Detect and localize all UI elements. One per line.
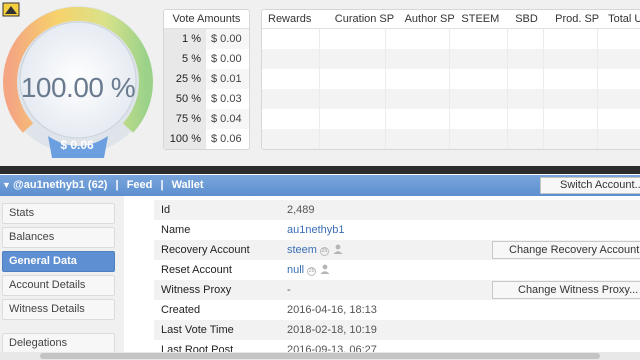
- account-name-link[interactable]: au1nethyb1: [287, 224, 345, 236]
- vote-row: 50 % $ 0.03: [164, 89, 249, 109]
- vote-amounts-list: 1 % $ 0.00 5 % $ 0.00 25 % $ 0.01 50 % $ 0.0…: [164, 29, 249, 149]
- panel-divider: [0, 166, 640, 174]
- row-key: Last Vote Time: [161, 324, 234, 336]
- feed-link[interactable]: Feed: [127, 179, 153, 191]
- general-data-table: Id 2,489 Name au1nethyb1 Recovery Accoun…: [154, 200, 640, 360]
- row-value: -: [287, 284, 291, 296]
- sidebar-item-witness-details[interactable]: Witness Details: [2, 299, 115, 320]
- recovery-account-link[interactable]: steem: [287, 244, 317, 256]
- recovery-account-value: steem 25: [287, 244, 343, 256]
- voting-power-percent: 100.00 %: [20, 72, 136, 103]
- vote-pct: 1 %: [164, 29, 206, 49]
- switch-account-button[interactable]: Switch Account...: [540, 177, 640, 194]
- table-row: Recovery Account steem 25 Change Recovery…: [154, 240, 640, 260]
- top-panel: 100.00 % $ 0.06 Vote Amounts 1 % $ 0.00 5…: [0, 0, 640, 166]
- rewards-col-curation-sp: Curation SP: [334, 13, 395, 25]
- row-key: Recovery Account: [161, 244, 250, 256]
- rewards-row: [262, 89, 640, 109]
- row-key: Witness Proxy: [161, 284, 232, 296]
- vote-amount: $ 0.00: [211, 53, 242, 65]
- rewards-row: [262, 49, 640, 69]
- rewards-col-sbd: SBD: [515, 13, 538, 25]
- vote-amounts-header: Vote Amounts: [164, 10, 249, 29]
- reset-account-link[interactable]: null: [287, 264, 304, 276]
- vote-pct: 25 %: [164, 69, 206, 89]
- rewards-body: [262, 29, 640, 149]
- user-icon: [320, 264, 330, 274]
- row-value: 2016-04-16, 18:13: [287, 304, 377, 316]
- sidebar-item-delegations[interactable]: Delegations: [2, 333, 115, 354]
- vote-row: 5 % $ 0.00: [164, 49, 249, 69]
- vote-pct: 50 %: [164, 89, 206, 109]
- rewards-col-rewards: Rewards: [268, 13, 312, 25]
- vote-amount: $ 0.03: [211, 93, 242, 105]
- rewards-row: [262, 29, 640, 49]
- account-username[interactable]: @au1nethyb1 (62): [13, 179, 107, 191]
- vote-amount: $ 0.06: [211, 133, 242, 145]
- vote-pct: 100 %: [164, 129, 206, 149]
- table-row: Last Vote Time 2018-02-18, 10:19: [154, 320, 640, 340]
- rewards-col-steem: STEEM: [461, 13, 500, 25]
- vote-row: 25 % $ 0.01: [164, 69, 249, 89]
- vote-pct: 75 %: [164, 109, 206, 129]
- collapse-triangle-icon[interactable]: ▼: [2, 180, 11, 190]
- vote-pct: 5 %: [164, 49, 206, 69]
- rewards-col-author-sp: Author SP: [404, 13, 455, 25]
- sidebar: Stats Balances General Data Account Deta…: [0, 196, 124, 360]
- rewards-row: [262, 109, 640, 129]
- vote-row: 100 % $ 0.06: [164, 129, 249, 149]
- row-key: Created: [161, 304, 201, 316]
- rewards-table: Rewards Curation SP Author SP STEEM SBD …: [261, 9, 640, 150]
- row-key: Id: [161, 204, 171, 216]
- breadcrumb-separator: |: [160, 179, 164, 191]
- change-recovery-account-button[interactable]: Change Recovery Account...: [492, 241, 640, 259]
- vote-amounts-card: Vote Amounts 1 % $ 0.00 5 % $ 0.00 25 % $ 0…: [163, 9, 250, 150]
- row-key: Name: [161, 224, 191, 236]
- wallet-link[interactable]: Wallet: [172, 179, 204, 191]
- horizontal-scrollbar[interactable]: [0, 352, 640, 360]
- table-row: Witness Proxy - Change Witness Proxy...: [154, 280, 640, 300]
- vote-amount: $ 0.00: [206, 29, 249, 49]
- table-row: Reset Account null 25: [154, 260, 640, 280]
- vote-value: $ 0.06: [60, 138, 94, 152]
- rewards-row: [262, 129, 640, 149]
- sidebar-item-general-data[interactable]: General Data: [2, 251, 115, 272]
- reputation-badge: 25: [307, 267, 317, 276]
- vote-row: 75 % $ 0.04: [164, 109, 249, 129]
- vote-amount: $ 0.01: [206, 69, 249, 89]
- sidebar-item-balances[interactable]: Balances: [2, 227, 115, 248]
- row-key: Reset Account: [161, 264, 232, 276]
- user-icon: [333, 244, 343, 254]
- row-value: 2018-02-18, 10:19: [287, 324, 377, 336]
- reset-account-value: null 25: [287, 264, 330, 276]
- table-row: Name au1nethyb1: [154, 220, 640, 240]
- row-value: 2,489: [287, 204, 315, 216]
- rewards-col-total-usd: Total US: [608, 13, 640, 25]
- rewards-header: Rewards Curation SP Author SP STEEM SBD …: [262, 10, 640, 29]
- account-breadcrumb: @au1nethyb1 (62) | Feed | Wallet: [13, 179, 204, 191]
- change-witness-proxy-button[interactable]: Change Witness Proxy...: [492, 281, 640, 299]
- scrollbar-thumb[interactable]: [40, 353, 600, 359]
- rewards-row: [262, 69, 640, 89]
- breadcrumb-separator: |: [115, 179, 119, 191]
- vote-amount: $ 0.04: [206, 109, 249, 129]
- vote-row: 1 % $ 0.00: [164, 29, 249, 49]
- sidebar-item-stats[interactable]: Stats: [2, 203, 115, 224]
- rewards-col-prod-sp: Prod. SP: [555, 13, 600, 25]
- table-row: Id 2,489: [154, 200, 640, 220]
- sidebar-item-account-details[interactable]: Account Details: [2, 275, 115, 296]
- reputation-badge: 25: [319, 247, 329, 256]
- table-row: Created 2016-04-16, 18:13: [154, 300, 640, 320]
